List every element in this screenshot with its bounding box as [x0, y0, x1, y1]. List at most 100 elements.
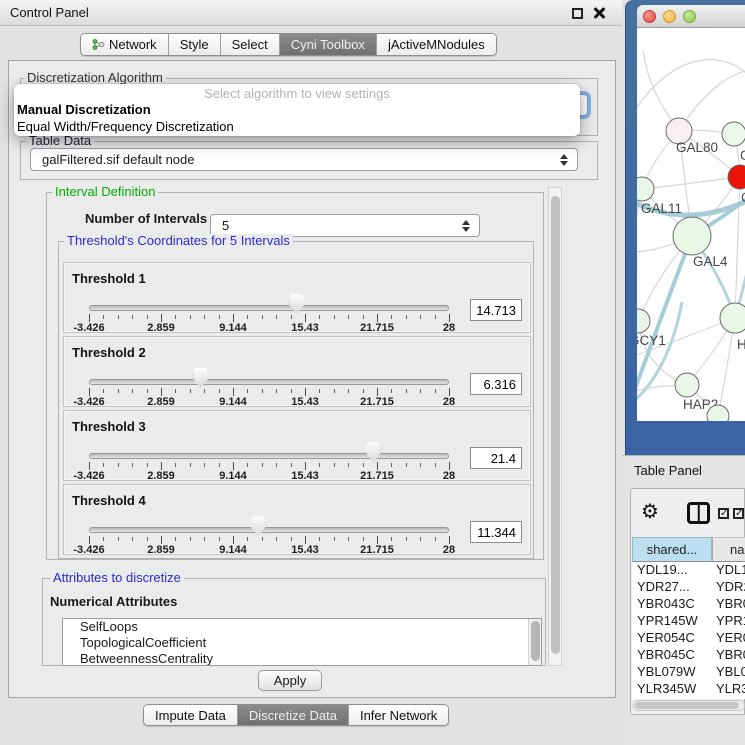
network-node-HAP2[interactable] — [675, 373, 699, 397]
table-row[interactable]: YBL079WYBL0 — [632, 664, 745, 681]
attribute-list-item[interactable]: TopologicalCoefficient — [63, 635, 541, 651]
cell-name[interactable]: YLR3 — [712, 681, 745, 698]
slider-track[interactable] — [89, 453, 449, 459]
panel-scrollbar-thumb[interactable] — [551, 196, 560, 654]
tab-select[interactable]: Select — [220, 34, 279, 55]
tick-mark — [305, 462, 306, 470]
close-traffic-light-icon[interactable] — [643, 10, 656, 23]
cell-name[interactable]: YDR2 — [712, 579, 745, 596]
tick-mark — [89, 388, 90, 396]
column-header-shared[interactable]: shared... — [632, 537, 712, 562]
checkbox-icon[interactable]: ✓ — [733, 508, 744, 519]
slider-handle[interactable] — [193, 368, 208, 388]
cell-shared-name[interactable]: YPR145W — [632, 613, 712, 630]
table-row[interactable]: YPR145WYPR1 — [632, 613, 745, 630]
threshold-1-value-field[interactable] — [470, 299, 522, 321]
table-row[interactable]: YER054CYER0 — [632, 630, 745, 647]
cell-shared-name[interactable]: YDR27... — [632, 579, 712, 596]
popup-item-equal-width-frequency[interactable]: Equal Width/Frequency Discretization — [17, 118, 577, 135]
tab-impute-data[interactable]: Impute Data — [144, 705, 237, 725]
slider-ticks — [89, 387, 449, 396]
network-window[interactable]: GAL80GCGAL11GAL4GCY1HHAP2 — [625, 0, 745, 455]
cell-shared-name[interactable]: YER054C — [632, 630, 712, 647]
tick-mark — [420, 315, 421, 319]
table-hscrollbar-track[interactable] — [633, 700, 745, 711]
slider-track[interactable] — [89, 527, 449, 533]
column-header-name[interactable]: na — [712, 537, 745, 562]
tab-style[interactable]: Style — [168, 34, 220, 55]
network-node-GAL4[interactable] — [673, 217, 711, 255]
tick-mark — [161, 388, 162, 396]
cell-shared-name[interactable]: YBL079W — [632, 664, 712, 681]
network-window-titlebar[interactable] — [637, 5, 745, 28]
cell-name[interactable]: YBL0 — [712, 664, 745, 681]
tick-mark — [89, 314, 90, 322]
threshold-4-value-field[interactable] — [470, 521, 522, 543]
tab-cyni-toolbox[interactable]: Cyni Toolbox — [279, 34, 376, 55]
cell-name[interactable]: YBR0 — [712, 596, 745, 613]
slider-handle[interactable] — [366, 442, 381, 462]
attribute-list-item[interactable]: BetweennessCentrality — [63, 651, 541, 666]
cell-shared-name[interactable]: YLR345W — [632, 681, 712, 698]
cell-name[interactable]: YDL1 — [712, 562, 745, 579]
network-edge[interactable] — [735, 177, 740, 318]
zoom-traffic-light-icon[interactable] — [683, 10, 696, 23]
columns-icon[interactable] — [687, 502, 710, 524]
cell-shared-name[interactable]: YBR045C — [632, 647, 712, 664]
cell-shared-name[interactable]: YIL052C — [632, 698, 712, 699]
tick-mark — [89, 462, 90, 470]
network-node-H[interactable] — [720, 303, 745, 333]
cell-shared-name[interactable]: YBR043C — [632, 596, 712, 613]
tab-network[interactable]: Network — [81, 34, 168, 55]
scale-label: -3.426 — [73, 544, 104, 556]
table-hscrollbar-thumb[interactable] — [635, 702, 739, 709]
tick-mark — [190, 389, 191, 393]
popup-item-manual-discretization[interactable]: Manual Discretization — [17, 101, 577, 118]
checkbox-icon[interactable]: ✓ — [718, 508, 729, 519]
cell-name[interactable]: YBR0 — [712, 647, 745, 664]
slider-track[interactable] — [89, 379, 449, 385]
float-window-icon[interactable] — [572, 8, 583, 19]
slider-handle[interactable] — [251, 516, 266, 536]
panel-scrollbar-track[interactable] — [548, 187, 562, 666]
apply-button[interactable]: Apply — [258, 670, 322, 691]
slider-handle[interactable] — [289, 294, 304, 314]
network-node-GAL11[interactable] — [637, 177, 654, 201]
network-edge[interactable] — [637, 60, 745, 120]
table-row[interactable]: YBR045CYBR0 — [632, 647, 745, 664]
network-edge[interactable] — [642, 177, 740, 189]
network-canvas[interactable]: GAL80GCGAL11GAL4GCY1HHAP2 — [637, 28, 745, 421]
cell-shared-name[interactable]: YDL19... — [632, 562, 712, 579]
tick-mark — [435, 389, 436, 393]
tick-mark — [377, 314, 378, 322]
list-scrollbar-thumb[interactable] — [531, 621, 540, 661]
attribute-list-item[interactable]: SelfLoops — [63, 619, 541, 635]
table-row[interactable]: YDL19...YDL1 — [632, 562, 745, 579]
tab-jactivemnodules[interactable]: jActiveMNodules — [376, 34, 496, 55]
table-data-combobox[interactable]: galFiltered.sif default node — [30, 148, 578, 171]
table-row[interactable]: YDR27...YDR2 — [632, 579, 745, 596]
cell-name[interactable]: YER0 — [712, 630, 745, 647]
slider-track[interactable] — [89, 305, 449, 311]
tick-mark — [291, 463, 292, 467]
scale-label: 9.144 — [219, 544, 247, 556]
network-node-GCY1[interactable] — [637, 309, 650, 333]
gear-icon[interactable]: ⚙ — [641, 501, 659, 521]
close-icon[interactable] — [592, 6, 606, 20]
table-row[interactable]: YLR345WYLR3 — [632, 681, 745, 698]
tab-discretize-data[interactable]: Discretize Data — [237, 705, 348, 725]
network-node-G[interactable] — [722, 122, 745, 146]
minimize-traffic-light-icon[interactable] — [663, 10, 676, 23]
table-row[interactable]: YBR043CYBR0 — [632, 596, 745, 613]
threshold-3-value-field[interactable] — [470, 447, 522, 469]
threshold-2-value-field[interactable] — [470, 373, 522, 395]
tick-mark — [291, 537, 292, 541]
scale-label: 28 — [443, 322, 455, 334]
table-row[interactable]: YIL052CYIL0 — [632, 698, 745, 699]
network-node-label: G — [740, 148, 745, 163]
cell-name[interactable]: YIL0 — [712, 698, 745, 699]
tab-infer-network[interactable]: Infer Network — [348, 705, 448, 725]
list-scrollbar-track[interactable] — [528, 619, 541, 665]
cell-name[interactable]: YPR1 — [712, 613, 745, 630]
tick-mark — [103, 537, 104, 541]
